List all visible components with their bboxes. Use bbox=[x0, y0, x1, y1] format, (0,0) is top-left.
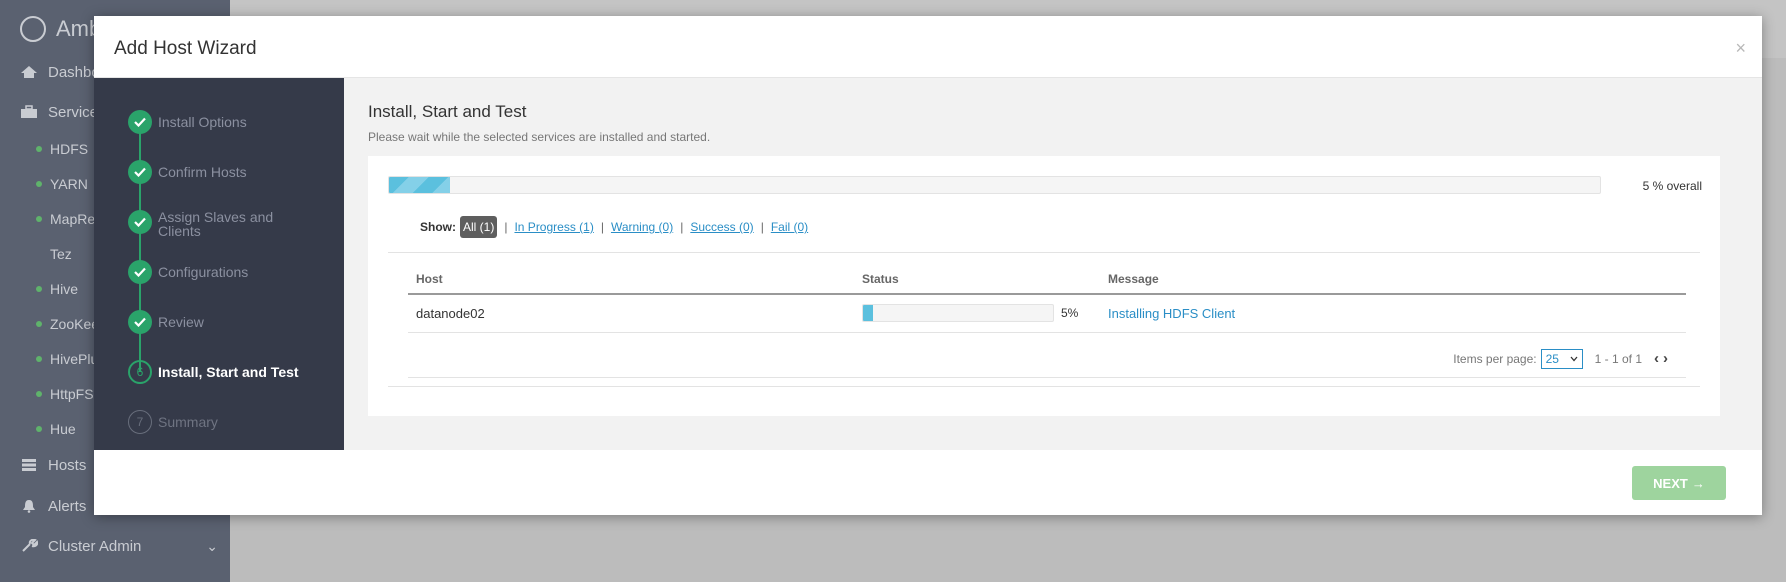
wizard-step-review[interactable]: Review bbox=[128, 310, 318, 334]
table-header-row: Host Status Message bbox=[408, 264, 1686, 295]
hosts-table: Host Status Message datanode02 5% Instal… bbox=[408, 264, 1686, 333]
background-brand: Amb bbox=[20, 14, 101, 44]
items-per-page-label: Items per page: bbox=[1453, 351, 1537, 366]
server-icon bbox=[22, 459, 36, 471]
step-label: Summary bbox=[158, 414, 218, 430]
background-sidebar-item-cluster-admin: Cluster Admin ⌄ bbox=[0, 536, 230, 556]
status-dot-icon bbox=[36, 391, 42, 397]
pager-range: 1 - 1 of 1 bbox=[1594, 351, 1642, 366]
page-title: Install, Start and Test bbox=[368, 102, 527, 121]
wizard-step-summary: 7 Summary bbox=[128, 410, 318, 434]
wizard-step-install-start-test: 6 Install, Start and Test bbox=[128, 360, 318, 384]
status-dot-icon bbox=[36, 181, 42, 187]
check-icon bbox=[128, 160, 152, 184]
install-panel: 5 % overall Show: All (1) | In Progress … bbox=[368, 156, 1720, 416]
host-message-link[interactable]: Installing HDFS Client bbox=[1108, 306, 1235, 321]
step-label: Install Options bbox=[158, 114, 247, 130]
filter-warning[interactable]: Warning (0) bbox=[611, 220, 673, 234]
filter-fail[interactable]: Fail (0) bbox=[771, 220, 808, 234]
chevron-down-icon: ⌄ bbox=[206, 537, 218, 554]
host-progress-fill bbox=[863, 305, 873, 322]
chevron-left-icon[interactable]: ‹ bbox=[1654, 350, 1659, 367]
wrench-icon bbox=[22, 539, 38, 552]
briefcase-icon bbox=[21, 105, 37, 118]
check-icon bbox=[128, 210, 152, 234]
close-icon[interactable]: × bbox=[1735, 38, 1746, 59]
chevron-down-icon bbox=[1570, 356, 1578, 361]
step-label: Install, Start and Test bbox=[158, 364, 299, 380]
step-label: Confirm Hosts bbox=[158, 164, 247, 180]
column-header-message: Message bbox=[1100, 264, 1686, 295]
modal-header: Add Host Wizard × bbox=[94, 16, 1762, 78]
status-dot-icon bbox=[36, 286, 42, 292]
modal-footer: NEXT → bbox=[94, 450, 1762, 515]
step-number: 6 bbox=[128, 360, 152, 384]
status-dot-icon bbox=[36, 356, 42, 362]
check-icon bbox=[128, 310, 152, 334]
host-progress-bar bbox=[862, 304, 1054, 323]
table-row: datanode02 5% Installing HDFS Client bbox=[408, 294, 1686, 333]
host-name: datanode02 bbox=[408, 294, 854, 333]
host-status: 5% bbox=[854, 294, 1100, 333]
wizard-step-confirm-hosts[interactable]: Confirm Hosts bbox=[128, 160, 318, 184]
filter-in-progress[interactable]: In Progress (1) bbox=[514, 220, 593, 234]
step-label: Configurations bbox=[158, 264, 249, 280]
step-label: Review bbox=[158, 314, 204, 330]
host-progress-label: 5% bbox=[1061, 306, 1079, 321]
filter-all[interactable]: All (1) bbox=[460, 216, 498, 238]
host-filter-bar: Show: All (1) | In Progress (1) | Warnin… bbox=[420, 216, 808, 238]
step-number: 7 bbox=[128, 410, 152, 434]
arrow-right-icon: → bbox=[1691, 475, 1705, 491]
check-icon bbox=[128, 260, 152, 284]
items-per-page-select[interactable]: 25 bbox=[1540, 348, 1583, 369]
status-dot-icon bbox=[36, 216, 42, 222]
wizard-step-assign-slaves-clients[interactable]: Assign Slaves and Clients bbox=[128, 210, 318, 238]
table-pager: Items per page: 25 1 - 1 of 1 ‹ › bbox=[408, 340, 1686, 378]
chevron-right-icon[interactable]: › bbox=[1663, 350, 1668, 367]
add-host-wizard-modal: Add Host Wizard × Install Options Confir… bbox=[94, 16, 1762, 515]
overall-progress-label: 5 % overall bbox=[1642, 179, 1702, 193]
step-label: Assign Slaves and Clients bbox=[158, 209, 274, 239]
home-icon bbox=[21, 66, 37, 78]
divider bbox=[388, 386, 1700, 387]
column-header-host: Host bbox=[408, 264, 854, 295]
column-header-status: Status bbox=[854, 264, 1100, 295]
status-dot-icon bbox=[36, 321, 42, 327]
overall-progress-fill bbox=[389, 177, 450, 193]
wizard-step-configurations[interactable]: Configurations bbox=[128, 260, 318, 284]
status-dot-icon bbox=[36, 426, 42, 432]
wizard-steps-nav: Install Options Confirm Hosts Assign Sla… bbox=[94, 78, 344, 450]
overall-progress-bar bbox=[388, 176, 1601, 194]
check-icon bbox=[128, 110, 152, 134]
status-dot-icon bbox=[36, 146, 42, 152]
bell-icon bbox=[23, 500, 35, 513]
wizard-step-install-options[interactable]: Install Options bbox=[128, 110, 318, 134]
divider bbox=[388, 252, 1700, 253]
ambari-logo-icon bbox=[20, 16, 46, 42]
filter-success[interactable]: Success (0) bbox=[690, 220, 753, 234]
wizard-content: Install, Start and Test Please wait whil… bbox=[344, 78, 1762, 450]
modal-title: Add Host Wizard bbox=[114, 38, 257, 59]
page-subtitle: Please wait while the selected services … bbox=[368, 130, 711, 144]
host-message: Installing HDFS Client bbox=[1100, 294, 1686, 333]
next-button[interactable]: NEXT → bbox=[1632, 466, 1726, 500]
filter-show-label: Show: bbox=[420, 220, 456, 234]
